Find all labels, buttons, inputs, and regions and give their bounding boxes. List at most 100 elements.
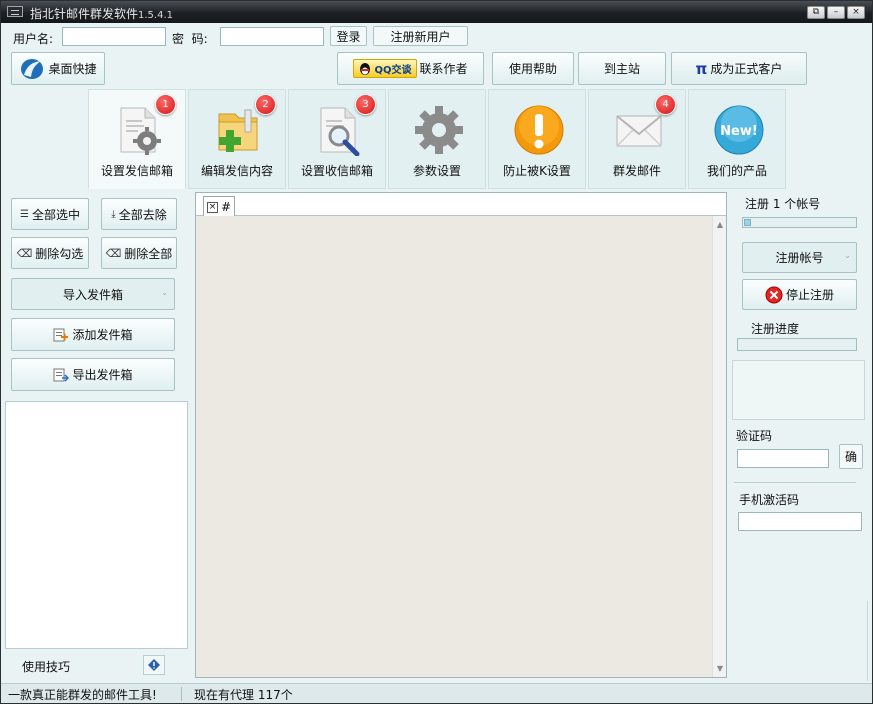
username-input[interactable] bbox=[62, 27, 166, 46]
desktop-shortcut-button[interactable]: 桌面快捷 bbox=[11, 52, 105, 85]
close-tab-icon[interactable]: × bbox=[207, 202, 218, 213]
main-site-button[interactable]: 到主站 bbox=[578, 52, 666, 85]
select-all-icon: ☰ bbox=[20, 208, 29, 220]
phone-code-input[interactable] bbox=[738, 512, 862, 531]
app-window: 指北针邮件群发软件1.5.4.1 ⧉ – × 用户名: 密 码: 登录 注册新用… bbox=[0, 0, 873, 704]
outbox-list[interactable] bbox=[5, 401, 188, 649]
login-button[interactable]: 登录 bbox=[330, 26, 367, 46]
register-count-progress bbox=[742, 217, 857, 228]
help-button[interactable]: 使用帮助 bbox=[492, 52, 574, 85]
tab-our-products[interactable]: New! 我们的产品 bbox=[688, 89, 786, 189]
delete-checked-button[interactable]: ⌫ 删除勾选 bbox=[11, 237, 89, 269]
vertical-scrollbar[interactable]: ▲ ▼ bbox=[712, 216, 726, 677]
tab-label: 设置收信邮箱 bbox=[300, 164, 373, 178]
close-button[interactable]: × bbox=[847, 6, 865, 19]
scroll-down-icon[interactable]: ▼ bbox=[715, 664, 725, 673]
warning-icon bbox=[514, 105, 564, 155]
tab-label: 防止被K设置 bbox=[503, 164, 571, 178]
tab-mass-mail[interactable]: 4 群发邮件 bbox=[588, 89, 686, 189]
become-customer-label: 成为正式客户 bbox=[710, 62, 783, 76]
desktop-shortcut-label: 桌面快捷 bbox=[48, 62, 97, 76]
import-outbox-label: 导入发件箱 bbox=[62, 287, 123, 302]
restore-button[interactable]: ⧉ bbox=[807, 6, 825, 19]
tab-badge: 2 bbox=[255, 94, 276, 115]
delete-checked-label: 删除勾选 bbox=[35, 246, 84, 261]
become-customer-button[interactable]: π 成为正式客户 bbox=[671, 52, 807, 85]
register-account-label: 注册帐号 bbox=[775, 251, 824, 265]
minimize-button[interactable]: – bbox=[827, 6, 845, 19]
pi-icon: π bbox=[695, 59, 708, 78]
captcha-label: 验证码 bbox=[736, 429, 773, 443]
tab-label: 编辑发信内容 bbox=[200, 164, 273, 178]
password-label: 密 码: bbox=[172, 32, 208, 46]
export-outbox-label: 导出发件箱 bbox=[72, 368, 133, 382]
remove-all-button[interactable]: ⤓ 全部去除 bbox=[101, 198, 177, 230]
contact-author-button[interactable]: QQ交谈 联系作者 bbox=[337, 52, 484, 85]
title-bar[interactable]: 指北针邮件群发软件1.5.4.1 ⧉ – × bbox=[1, 1, 872, 23]
app-icon bbox=[7, 6, 23, 17]
status-proxy: 现在有代理 117个 bbox=[194, 688, 293, 702]
document-tab-label: # bbox=[221, 200, 232, 214]
phone-code-label: 手机激活码 bbox=[739, 493, 800, 507]
status-separator bbox=[181, 687, 182, 701]
svg-text:New!: New! bbox=[720, 124, 758, 139]
register-log-box[interactable] bbox=[732, 360, 865, 420]
tab-badge: 1 bbox=[155, 94, 176, 115]
status-slogan: 一款真正能群发的邮件工具! bbox=[8, 688, 157, 702]
stop-register-button[interactable]: 停止注册 bbox=[742, 279, 857, 310]
window-title: 指北针邮件群发软件1.5.4.1 bbox=[30, 5, 173, 22]
register-count-progress-fill bbox=[744, 219, 751, 226]
contact-author-label: 联系作者 bbox=[419, 62, 468, 76]
tab-badge: 3 bbox=[355, 94, 376, 115]
tab-parameters[interactable]: 参数设置 bbox=[388, 89, 486, 189]
gear-icon bbox=[415, 106, 463, 154]
qq-chat-label: QQ交谈 bbox=[374, 65, 412, 76]
export-outbox-button[interactable]: 导出发件箱 bbox=[11, 358, 175, 391]
register-progress-bar bbox=[737, 338, 857, 351]
qq-penguin-icon bbox=[360, 62, 371, 75]
tab-label: 设置发信邮箱 bbox=[100, 164, 173, 178]
tab-set-receiver[interactable]: 3 设置收信邮箱 bbox=[288, 89, 386, 189]
work-area[interactable]: × # ▲ ▼ bbox=[195, 192, 727, 678]
eraser-icon: ⌫ bbox=[16, 246, 33, 260]
tab-edit-content[interactable]: 2 编辑发信内容 bbox=[188, 89, 286, 189]
qq-chat-badge: QQ交谈 bbox=[353, 59, 417, 78]
remove-all-icon: ⤓ bbox=[111, 208, 116, 220]
captcha-confirm-button[interactable]: 确 bbox=[839, 444, 863, 469]
new-badge-icon: New! bbox=[714, 105, 764, 155]
stop-register-label: 停止注册 bbox=[785, 288, 834, 302]
password-input[interactable] bbox=[220, 27, 324, 46]
scroll-up-icon[interactable]: ▲ bbox=[715, 220, 725, 229]
tips-label: 使用技巧 bbox=[22, 660, 71, 674]
tips-button[interactable] bbox=[143, 655, 165, 675]
add-list-icon bbox=[53, 328, 69, 341]
window-title-text: 指北针邮件群发软件 bbox=[30, 7, 139, 21]
tab-anti-block[interactable]: 防止被K设置 bbox=[488, 89, 586, 189]
delete-all-button[interactable]: ⌫ 删除全部 bbox=[101, 237, 177, 269]
divider bbox=[734, 482, 856, 483]
add-outbox-button[interactable]: 添加发件箱 bbox=[11, 318, 175, 351]
captcha-input[interactable] bbox=[737, 449, 829, 468]
tab-label: 我们的产品 bbox=[706, 164, 767, 178]
select-all-label: 全部选中 bbox=[31, 207, 80, 222]
register-account-select[interactable]: 注册帐号 ⌄ bbox=[742, 242, 857, 273]
eraser-icon: ⌫ bbox=[105, 246, 122, 260]
shortcut-icon bbox=[21, 58, 44, 79]
tab-badge: 4 bbox=[655, 94, 676, 115]
chevron-down-icon: ⌄ bbox=[844, 251, 851, 260]
status-bar: 一款真正能群发的邮件工具! 现在有代理 117个 bbox=[1, 683, 872, 703]
register-count-label: 注册 1 个帐号 bbox=[745, 197, 821, 211]
export-list-icon bbox=[53, 368, 70, 382]
document-tab[interactable]: × # bbox=[203, 196, 235, 217]
register-user-button[interactable]: 注册新用户 bbox=[373, 26, 468, 46]
document-content[interactable] bbox=[196, 216, 712, 677]
stop-icon bbox=[765, 286, 783, 303]
select-all-button[interactable]: ☰ 全部选中 bbox=[11, 198, 89, 230]
tab-set-sender[interactable]: 1 设置发信邮箱 bbox=[88, 89, 186, 189]
window-version: 1.5.4.1 bbox=[138, 10, 174, 21]
import-outbox-dropdown[interactable]: 导入发件箱 ⌄ bbox=[11, 278, 175, 310]
document-tabstrip: × # bbox=[196, 193, 726, 217]
register-progress-label: 注册进度 bbox=[751, 322, 800, 336]
tab-label: 群发邮件 bbox=[612, 164, 661, 178]
tab-label: 参数设置 bbox=[412, 164, 461, 178]
